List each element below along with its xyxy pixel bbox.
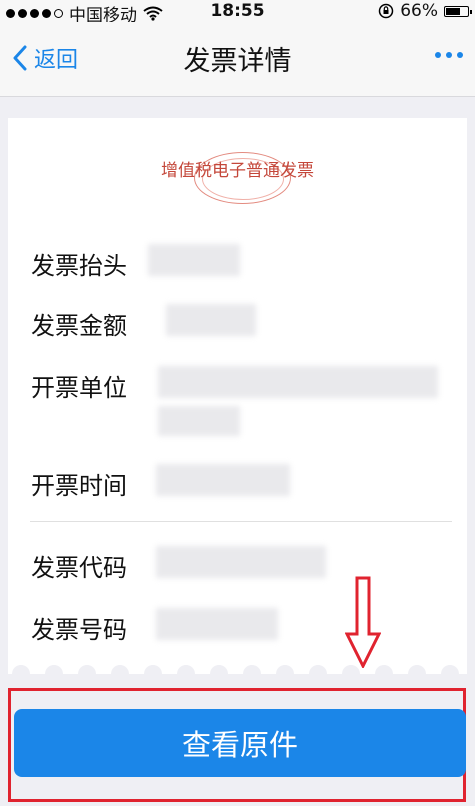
perforation-notch <box>45 665 63 674</box>
perforation-notch <box>309 665 327 674</box>
perforation-notch <box>144 665 162 674</box>
field-label-amount: 发票金额 <box>31 312 127 340</box>
battery-percent: 66% <box>400 1 438 21</box>
section-divider <box>30 521 452 522</box>
navigation-bar: 返回 发票详情 <box>0 22 475 97</box>
field-label-number: 发票号码 <box>31 616 127 644</box>
perforation-notch <box>408 665 426 674</box>
battery-icon <box>444 5 472 17</box>
perforation-notch <box>243 665 261 674</box>
battery-fill <box>446 7 460 15</box>
field-label-title: 发票抬头 <box>31 252 127 280</box>
perforation-notch <box>78 665 96 674</box>
rotation-lock-icon <box>378 3 394 19</box>
perforation-notch <box>210 665 228 674</box>
down-arrow-annotation <box>345 576 381 668</box>
redacted-value-title <box>148 244 240 276</box>
invoice-type-label: 增值税电子普通发票 <box>161 161 314 181</box>
perforated-edge <box>8 658 467 674</box>
view-original-button[interactable]: 查看原件 <box>14 709 466 777</box>
field-label-code: 发票代码 <box>31 554 127 582</box>
redacted-value-code <box>156 546 326 578</box>
redacted-value-issuer-line2 <box>158 406 240 436</box>
invoice-card: 增值税电子普通发票 发票抬头 发票金额 开票单位 开票时间 发票代码 发票号码 <box>8 118 467 674</box>
more-icon[interactable] <box>435 52 463 58</box>
page-title: 发票详情 <box>183 46 292 77</box>
redacted-value-amount <box>166 304 256 336</box>
field-label-date: 开票时间 <box>31 472 127 500</box>
redacted-value-number <box>156 608 278 640</box>
perforation-notch <box>12 665 30 674</box>
perforation-notch <box>111 665 129 674</box>
field-label-issuer: 开票单位 <box>31 374 127 402</box>
redacted-value-issuer-line1 <box>158 366 438 398</box>
redacted-value-date <box>156 464 290 496</box>
status-right: 66% <box>378 1 472 21</box>
perforation-notch <box>177 665 195 674</box>
perforation-notch <box>441 665 459 674</box>
status-bar: 中国移动 18:55 66% <box>0 0 475 26</box>
perforation-notch <box>276 665 294 674</box>
